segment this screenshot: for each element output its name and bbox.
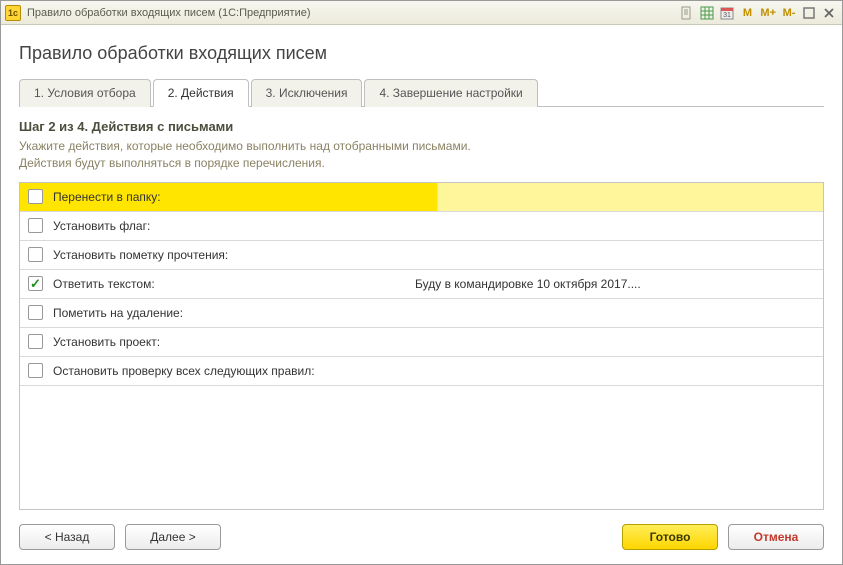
step-title: Шаг 2 из 4. Действия с письмами — [19, 119, 824, 134]
app-icon: 1c — [5, 5, 21, 21]
calendar-icon[interactable]: 31 — [718, 5, 736, 21]
checkbox[interactable] — [28, 218, 43, 233]
step-hint: Укажите действия, которые необходимо вып… — [19, 138, 824, 172]
titlebar: 1c Правило обработки входящих писем (1С:… — [1, 1, 842, 25]
button-label: Готово — [650, 530, 691, 544]
button-label: < Назад — [45, 530, 90, 544]
checkbox[interactable] — [28, 305, 43, 320]
button-label: Далее > — [150, 530, 196, 544]
action-label: Остановить проверку всех следующих прави… — [53, 364, 415, 378]
spacer — [231, 524, 612, 550]
action-row-set-project[interactable]: Установить проект: — [20, 328, 823, 357]
close-icon[interactable] — [820, 5, 838, 21]
action-label: Ответить текстом: — [53, 277, 415, 291]
action-row-mark-delete[interactable]: Пометить на удаление: — [20, 299, 823, 328]
tab-label: 1. Условия отбора — [34, 86, 136, 100]
footer: < Назад Далее > Готово Отмена — [19, 510, 824, 550]
action-label: Установить проект: — [53, 335, 415, 349]
m-icon[interactable]: M — [738, 5, 756, 21]
tabs: 1. Условия отбора 2. Действия 3. Исключе… — [19, 78, 824, 107]
tab-label: 2. Действия — [168, 86, 234, 100]
checkbox[interactable] — [28, 334, 43, 349]
checkbox[interactable] — [28, 189, 43, 204]
checkbox[interactable] — [28, 276, 43, 291]
tab-finish[interactable]: 4. Завершение настройки — [364, 79, 537, 107]
action-label: Пометить на удаление: — [53, 306, 415, 320]
checkbox[interactable] — [28, 247, 43, 262]
m-minus-icon[interactable]: M- — [780, 5, 798, 21]
page-title: Правило обработки входящих писем — [19, 43, 824, 64]
svg-text:31: 31 — [724, 12, 732, 19]
action-label: Установить пометку прочтения: — [53, 248, 415, 262]
calc-icon[interactable] — [698, 5, 716, 21]
action-value: Буду в командировке 10 октября 2017.... — [415, 277, 815, 291]
action-row-move-folder[interactable]: Перенести в папку: — [20, 183, 823, 212]
button-label: Отмена — [754, 530, 799, 544]
back-button[interactable]: < Назад — [19, 524, 115, 550]
action-row-set-read[interactable]: Установить пометку прочтения: — [20, 241, 823, 270]
maximize-icon[interactable] — [800, 5, 818, 21]
m-plus-icon[interactable]: M+ — [758, 5, 778, 21]
tab-conditions[interactable]: 1. Условия отбора — [19, 79, 151, 107]
tab-actions[interactable]: 2. Действия — [153, 79, 249, 107]
window-title: Правило обработки входящих писем (1С:Пре… — [27, 7, 678, 19]
finish-button[interactable]: Готово — [622, 524, 718, 550]
next-button[interactable]: Далее > — [125, 524, 221, 550]
tab-label: 4. Завершение настройки — [379, 86, 522, 100]
window-controls: 31 M M+ M- — [678, 5, 838, 21]
action-row-set-flag[interactable]: Установить флаг: — [20, 212, 823, 241]
action-label: Установить флаг: — [53, 219, 415, 233]
doc-icon[interactable] — [678, 5, 696, 21]
actions-table: Перенести в папку: Установить флаг: Уста… — [19, 182, 824, 510]
hint-line-2: Действия будут выполняться в порядке пер… — [19, 155, 824, 172]
action-label: Перенести в папку: — [53, 190, 415, 204]
checkbox[interactable] — [28, 363, 43, 378]
window: 1c Правило обработки входящих писем (1С:… — [0, 0, 843, 565]
cancel-button[interactable]: Отмена — [728, 524, 824, 550]
content: Правило обработки входящих писем 1. Усло… — [1, 25, 842, 564]
tab-label: 3. Исключения — [266, 86, 348, 100]
action-row-reply-text[interactable]: Ответить текстом: Буду в командировке 10… — [20, 270, 823, 299]
hint-line-1: Укажите действия, которые необходимо вып… — [19, 138, 824, 155]
tab-exceptions[interactable]: 3. Исключения — [251, 79, 363, 107]
action-row-stop-rules[interactable]: Остановить проверку всех следующих прави… — [20, 357, 823, 386]
